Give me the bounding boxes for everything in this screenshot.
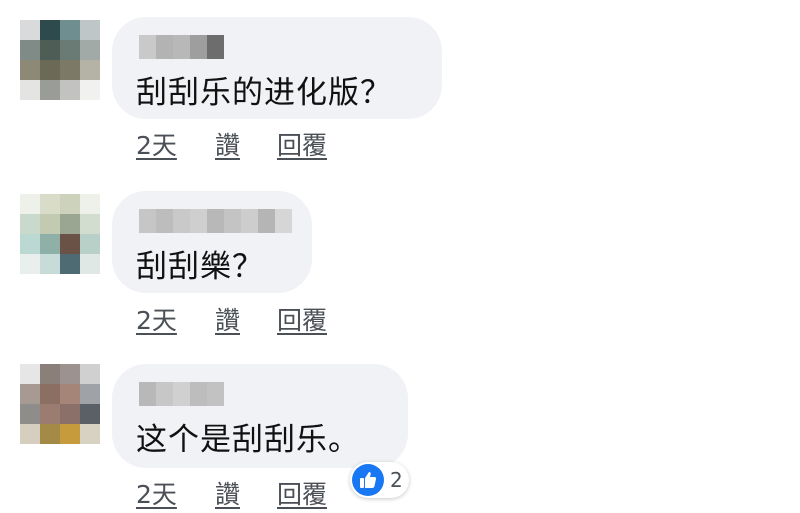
author-name-blurred[interactable] bbox=[139, 382, 224, 406]
thumbs-up-icon bbox=[352, 464, 384, 496]
avatar-pixel bbox=[20, 60, 40, 80]
avatar-pixel bbox=[40, 214, 60, 234]
avatar[interactable] bbox=[20, 364, 100, 444]
comment-text: 刮刮樂？ bbox=[136, 249, 264, 285]
avatar-pixel bbox=[40, 20, 60, 40]
name-blur-block bbox=[173, 35, 190, 59]
avatar-pixel bbox=[80, 40, 100, 60]
name-blur-block bbox=[139, 209, 156, 233]
reaction-badge[interactable]: 2 bbox=[350, 462, 409, 498]
avatar-pixel bbox=[80, 384, 100, 404]
like-link[interactable]: 讚 bbox=[215, 475, 240, 511]
avatar-pixel bbox=[60, 20, 80, 40]
avatar-pixel bbox=[80, 214, 100, 234]
avatar-pixel bbox=[80, 364, 100, 384]
avatar-pixel bbox=[60, 424, 80, 444]
avatar-pixel bbox=[20, 234, 40, 254]
avatar-pixel bbox=[20, 20, 40, 40]
reply-link[interactable]: 回覆 bbox=[277, 475, 327, 511]
avatar[interactable] bbox=[20, 194, 100, 274]
avatar-pixel bbox=[20, 254, 40, 274]
avatar-pixel bbox=[40, 80, 60, 100]
avatar-pixel bbox=[60, 234, 80, 254]
timestamp-link[interactable]: 2天 bbox=[136, 301, 177, 337]
avatar-pixel bbox=[20, 214, 40, 234]
timestamp-link[interactable]: 2天 bbox=[136, 126, 177, 162]
avatar-pixel bbox=[60, 404, 80, 424]
avatar-pixel bbox=[80, 424, 100, 444]
avatar-pixel bbox=[40, 424, 60, 444]
name-blur-block bbox=[139, 382, 156, 406]
avatar-pixel bbox=[80, 20, 100, 40]
name-blur-block bbox=[173, 382, 190, 406]
name-blur-block bbox=[275, 209, 292, 233]
name-blur-block bbox=[224, 209, 241, 233]
comment-bubble: 这个是刮刮乐。 bbox=[112, 364, 408, 468]
name-blur-block bbox=[258, 209, 275, 233]
name-blur-block bbox=[173, 209, 190, 233]
name-blur-block bbox=[156, 382, 173, 406]
name-blur-block bbox=[207, 209, 224, 233]
reply-link[interactable]: 回覆 bbox=[277, 301, 327, 337]
avatar-pixel bbox=[60, 80, 80, 100]
name-blur-block bbox=[241, 209, 258, 233]
avatar-pixel bbox=[20, 80, 40, 100]
avatar-pixel bbox=[80, 80, 100, 100]
avatar-pixel bbox=[60, 60, 80, 80]
avatar-pixel bbox=[40, 384, 60, 404]
timestamp-link[interactable]: 2天 bbox=[136, 475, 177, 511]
name-blur-block bbox=[190, 382, 207, 406]
author-name-blurred[interactable] bbox=[139, 35, 224, 59]
avatar-pixel bbox=[80, 234, 100, 254]
avatar-pixel bbox=[40, 254, 60, 274]
avatar-pixel bbox=[60, 194, 80, 214]
name-blur-block bbox=[156, 209, 173, 233]
comment-bubble: 刮刮樂？ bbox=[112, 191, 312, 293]
avatar-pixel bbox=[80, 60, 100, 80]
like-link[interactable]: 讚 bbox=[215, 301, 240, 337]
avatar[interactable] bbox=[20, 20, 100, 100]
avatar-pixel bbox=[40, 234, 60, 254]
avatar-pixel bbox=[60, 214, 80, 234]
avatar-pixel bbox=[40, 364, 60, 384]
name-blur-block bbox=[207, 382, 224, 406]
avatar-pixel bbox=[20, 364, 40, 384]
comment-text: 这个是刮刮乐。 bbox=[136, 422, 360, 458]
avatar-pixel bbox=[20, 194, 40, 214]
author-name-blurred[interactable] bbox=[139, 209, 292, 233]
avatar-pixel bbox=[40, 194, 60, 214]
avatar-pixel bbox=[20, 404, 40, 424]
avatar-pixel bbox=[60, 364, 80, 384]
reply-link[interactable]: 回覆 bbox=[277, 126, 327, 162]
comment-bubble: 刮刮乐的进化版？ bbox=[112, 17, 442, 119]
avatar-pixel bbox=[80, 404, 100, 424]
name-blur-block bbox=[190, 209, 207, 233]
comment-text: 刮刮乐的进化版？ bbox=[136, 75, 392, 111]
avatar-pixel bbox=[60, 40, 80, 60]
avatar-pixel bbox=[20, 40, 40, 60]
name-blur-block bbox=[139, 35, 156, 59]
avatar-pixel bbox=[20, 424, 40, 444]
name-blur-block bbox=[190, 35, 207, 59]
avatar-pixel bbox=[60, 254, 80, 274]
name-blur-block bbox=[207, 35, 224, 59]
like-link[interactable]: 讚 bbox=[215, 126, 240, 162]
avatar-pixel bbox=[60, 384, 80, 404]
avatar-pixel bbox=[40, 404, 60, 424]
avatar-pixel bbox=[40, 60, 60, 80]
avatar-pixel bbox=[40, 40, 60, 60]
avatar-pixel bbox=[80, 194, 100, 214]
avatar-pixel bbox=[20, 384, 40, 404]
reaction-count: 2 bbox=[390, 468, 403, 492]
name-blur-block bbox=[156, 35, 173, 59]
avatar-pixel bbox=[80, 254, 100, 274]
